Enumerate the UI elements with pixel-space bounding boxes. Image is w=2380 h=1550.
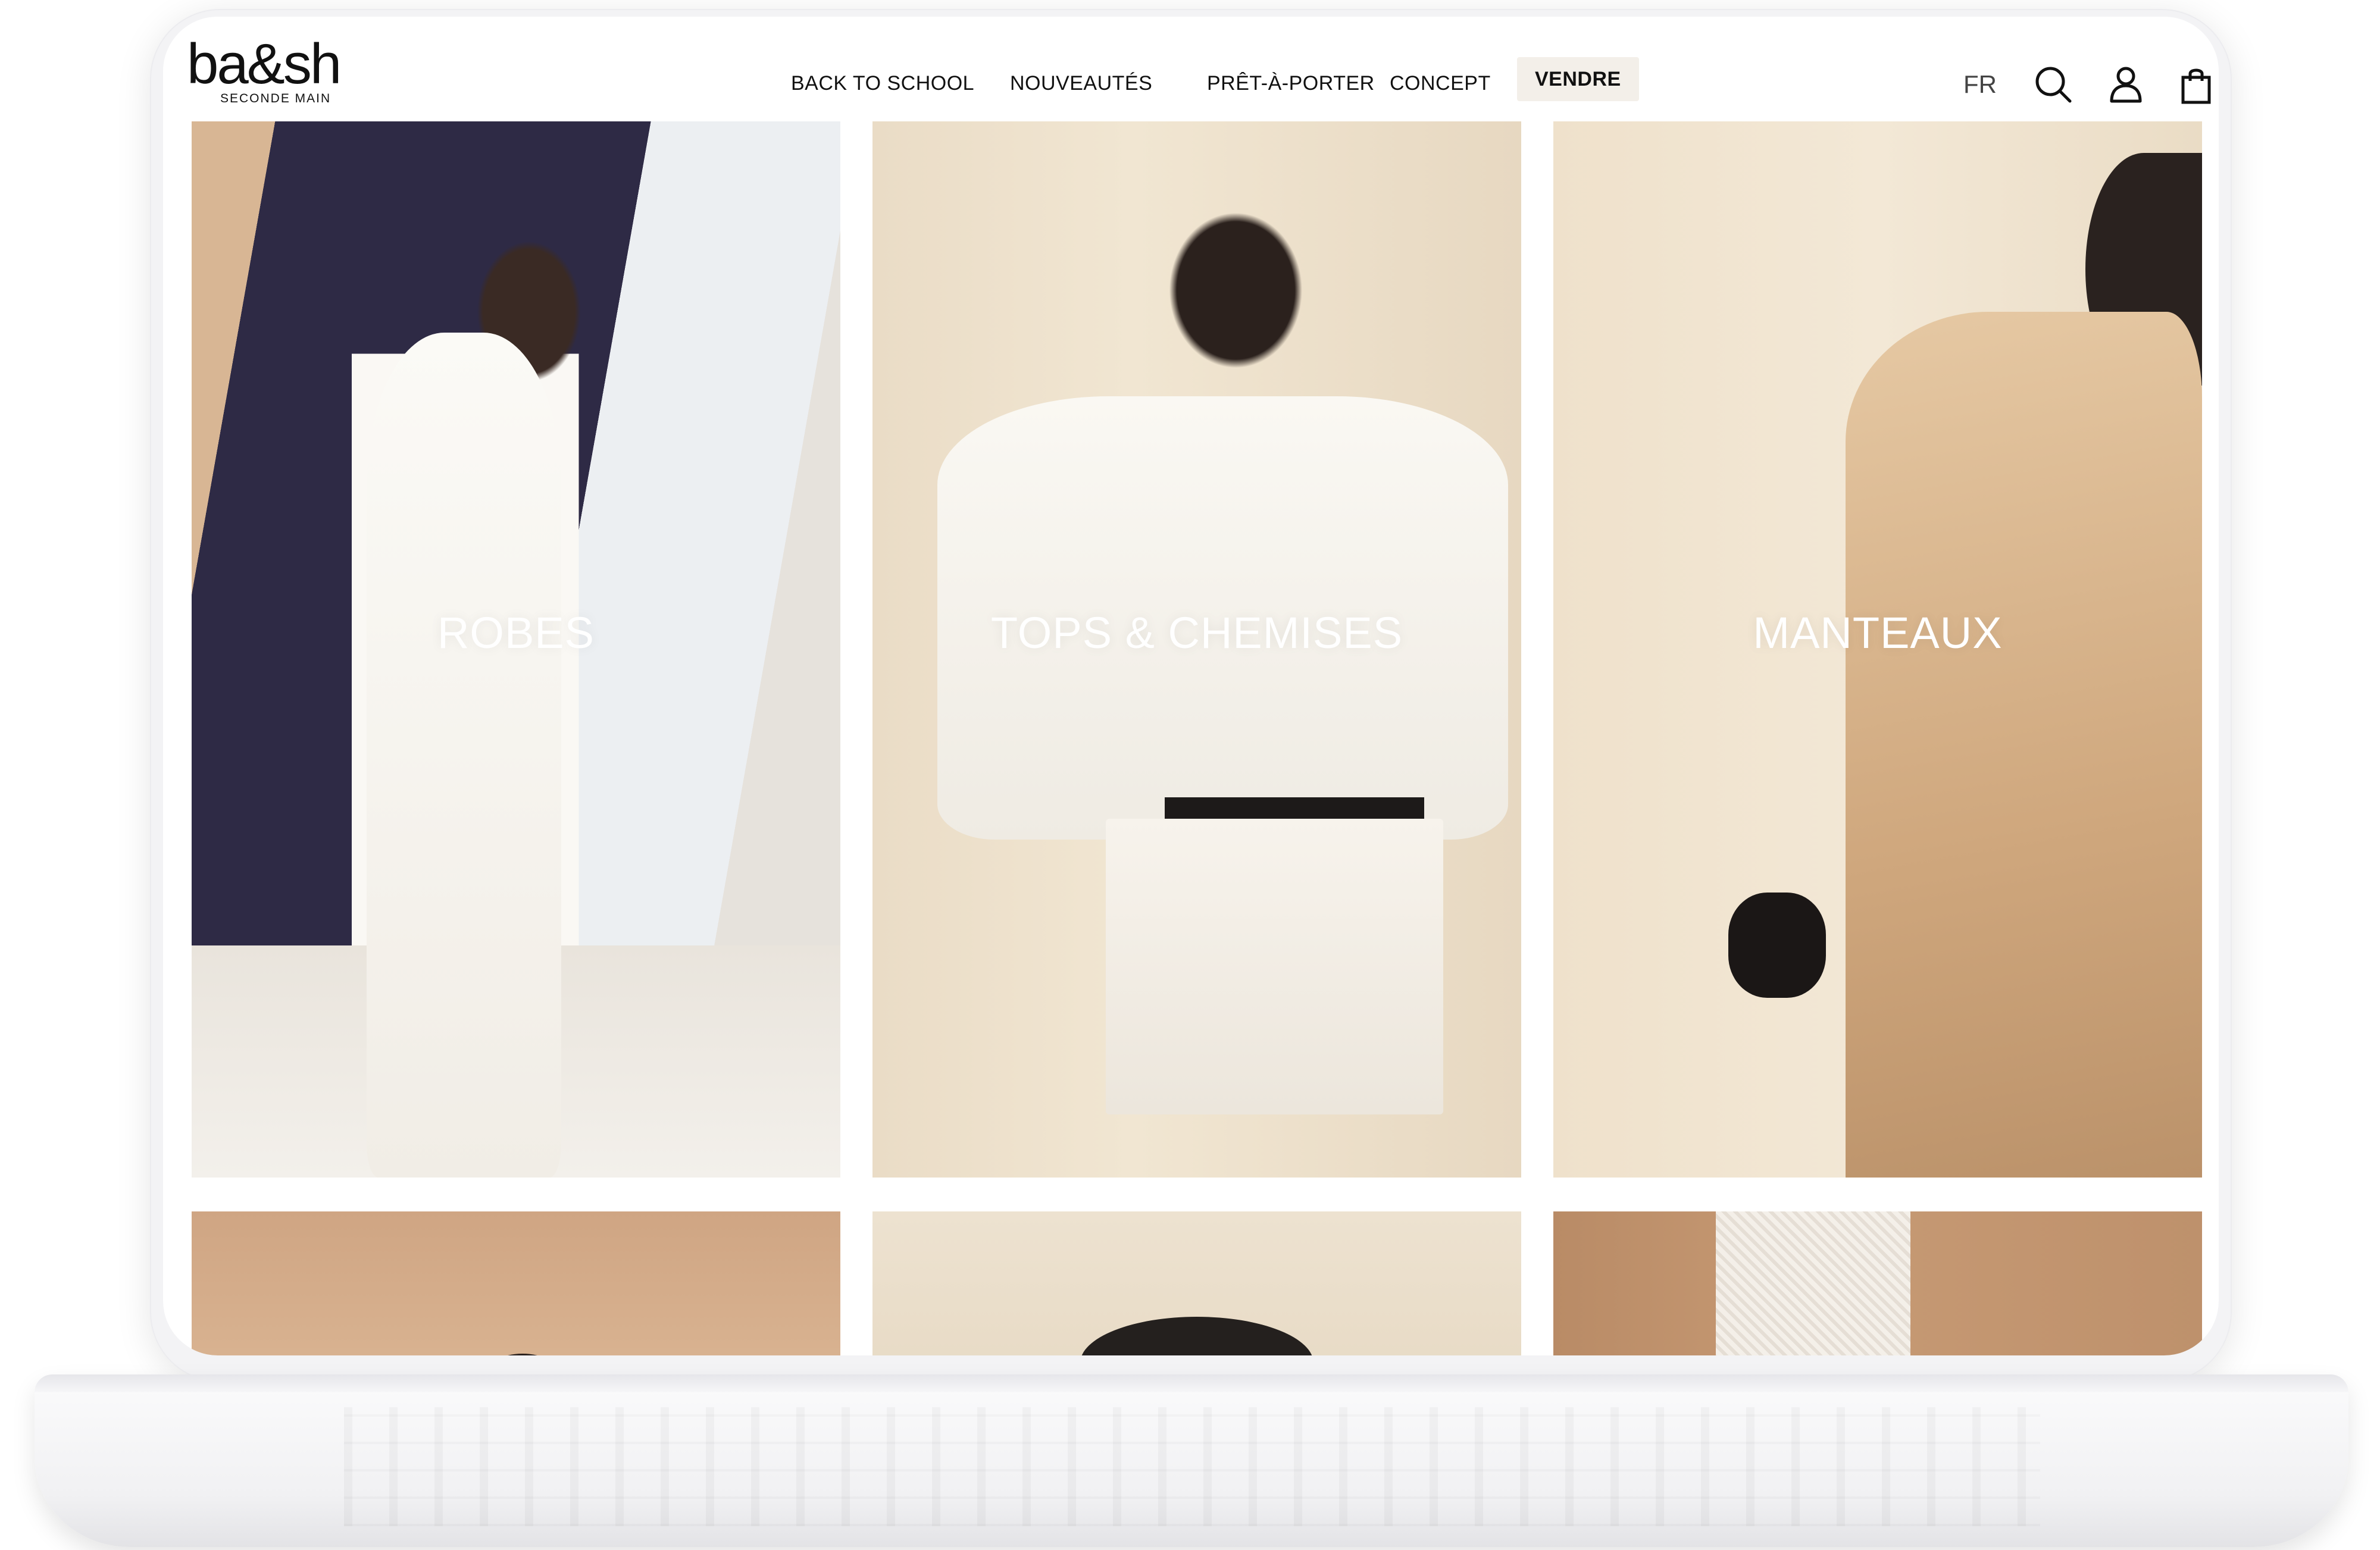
category-tile-row2-2[interactable] xyxy=(872,1211,1521,1355)
main-navigation: BACK TO SCHOOL NOUVEAUTÉS PRÊT-À-PORTER … xyxy=(163,17,2219,121)
category-label-robes: ROBES xyxy=(437,608,595,657)
tile-photo-lace-dress xyxy=(1715,1211,1910,1355)
category-label-tops-chemises: TOPS & CHEMISES xyxy=(990,608,1403,657)
tile-photo-model xyxy=(1080,1316,1314,1355)
nav-item-pret-a-porter[interactable]: PRÊT-À-PORTER xyxy=(1207,72,1375,95)
tile-photo-model xyxy=(483,1354,562,1355)
laptop-hinge xyxy=(35,1374,2348,1392)
tile-photo-coat xyxy=(1845,311,2202,1178)
account-icon[interactable] xyxy=(2104,63,2147,106)
nav-item-back-to-school[interactable]: BACK TO SCHOOL xyxy=(791,72,974,95)
tile-photo-shorts xyxy=(1106,818,1444,1114)
laptop-base xyxy=(35,1374,2348,1547)
category-tile-manteaux[interactable]: MANTEAUX xyxy=(1553,121,2202,1178)
laptop-keyboard xyxy=(344,1407,2040,1526)
nav-item-concept[interactable]: CONCEPT xyxy=(1390,72,1491,95)
category-tile-tops-chemises[interactable]: TOPS & CHEMISES xyxy=(872,121,1521,1178)
nav-item-vendre[interactable]: VENDRE xyxy=(1517,57,1639,101)
category-tile-row2-3[interactable] xyxy=(1553,1211,2202,1355)
browser-viewport: ba&sh SECONDE MAIN BACK TO SCHOOL NOUVEA… xyxy=(163,17,2219,1355)
category-label-manteaux: MANTEAUX xyxy=(1753,608,2003,657)
language-selector[interactable]: FR xyxy=(1963,70,1997,99)
search-icon[interactable] xyxy=(2032,63,2075,106)
nav-item-nouveautes[interactable]: NOUVEAUTÉS xyxy=(1010,72,1152,95)
category-tile-robes[interactable]: ROBES xyxy=(192,121,840,1178)
tile-photo-model xyxy=(367,333,562,1178)
shopping-bag-icon[interactable] xyxy=(2175,63,2218,106)
category-tile-row2-1[interactable] xyxy=(192,1211,840,1355)
tile-photo-bag xyxy=(1728,892,1826,998)
site-header: ba&sh SECONDE MAIN BACK TO SCHOOL NOUVEA… xyxy=(163,17,2219,121)
